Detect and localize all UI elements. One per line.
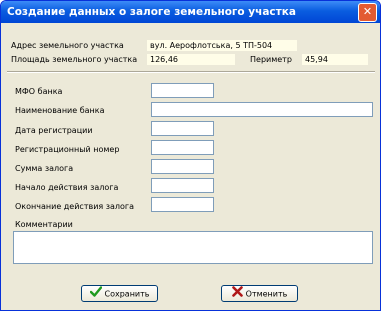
cancel-button[interactable]: Отменить: [221, 285, 298, 302]
separator: [7, 71, 375, 73]
window-title: Создание данных о залоге земельного учас…: [7, 6, 296, 18]
cancel-button-label: Отменить: [245, 289, 288, 299]
address-label: Адрес земельного участка: [11, 41, 124, 50]
bank-name-input[interactable]: [151, 102, 373, 117]
reg-number-label: Регистрационный номер: [15, 145, 120, 154]
reg-number-input[interactable]: [151, 140, 214, 155]
reg-date-label: Дата регистрации: [15, 126, 93, 135]
mfo-label: МФО банка: [15, 87, 63, 96]
reg-date-input[interactable]: [151, 121, 214, 136]
start-date-input[interactable]: [151, 178, 214, 193]
amount-input[interactable]: [151, 159, 214, 174]
perimeter-value: 45,94: [302, 54, 368, 65]
title-bar[interactable]: Создание данных о залоге земельного учас…: [1, 1, 380, 23]
close-button[interactable]: ✕: [358, 3, 377, 22]
area-label: Площадь земельного участка: [11, 55, 138, 64]
x-icon: [231, 286, 243, 302]
check-icon: [89, 286, 102, 302]
perimeter-label: Периметр: [250, 55, 292, 64]
close-icon: ✕: [362, 5, 373, 18]
bank-name-label: Наименование банка: [15, 106, 105, 115]
area-value: 126,46: [147, 54, 235, 65]
end-label: Окончание действия залога: [15, 202, 135, 211]
dialog-window: Создание данных о залоге земельного учас…: [0, 0, 381, 311]
start-label: Начало действия залога: [15, 183, 119, 192]
mfo-input[interactable]: [151, 83, 214, 98]
end-date-input[interactable]: [151, 197, 214, 212]
save-button-label: Сохранить: [104, 289, 150, 299]
comments-label: Комментарии: [15, 220, 73, 229]
address-value: вул. Аерофлотська, 5 ТП-504: [147, 40, 297, 51]
save-button[interactable]: Сохранить: [81, 285, 158, 302]
comments-textarea[interactable]: [13, 231, 373, 264]
amount-label: Сумма залога: [15, 164, 74, 173]
